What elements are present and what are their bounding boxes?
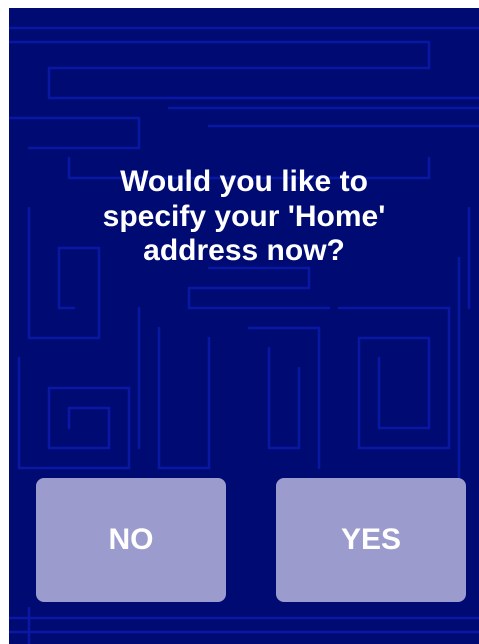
yes-button-label: YES — [340, 523, 402, 556]
no-button[interactable]: NO — [36, 478, 226, 602]
no-button-label: NO — [108, 523, 154, 556]
prompt-line: specify your 'Home' — [102, 199, 386, 233]
prompt-line: address now? — [143, 234, 345, 267]
dialog-screen: Would you like to specify your 'Home' ad… — [9, 8, 479, 644]
yes-button[interactable]: YES — [276, 478, 466, 602]
home-address-prompt: Would you like to specify your 'Home' ad… — [29, 165, 459, 269]
prompt-line: Would you like to — [120, 165, 368, 198]
